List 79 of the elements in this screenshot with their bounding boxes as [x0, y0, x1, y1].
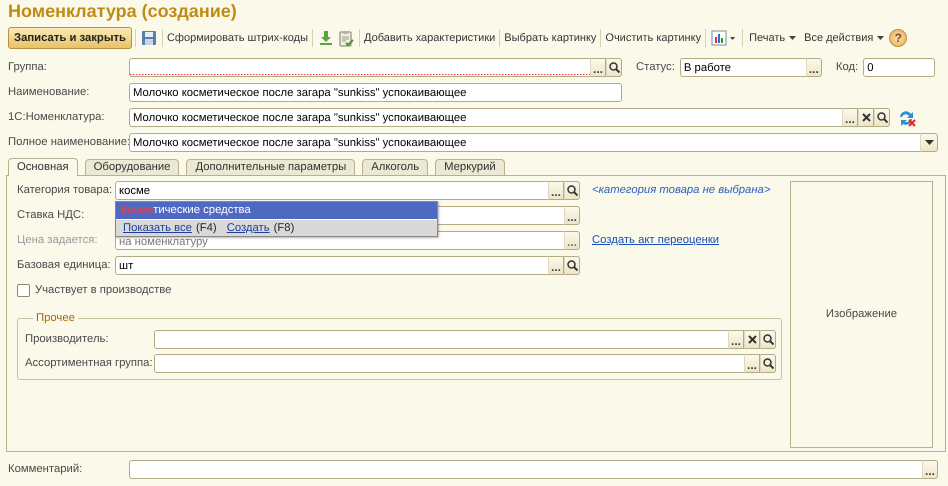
search-icon: [762, 358, 774, 369]
tab[interactable]: Меркурий: [435, 159, 505, 175]
save-close-button[interactable]: Записать и закрыть: [8, 27, 132, 49]
field-label: Базовая единица:: [17, 258, 112, 274]
tab[interactable]: Дополнительные параметры: [186, 159, 356, 175]
input-field[interactable]: 0: [863, 58, 936, 77]
input-field[interactable]: Молочко косметическое после загара "sunkiss" успокаивающее: [129, 108, 842, 127]
input-field[interactable]: косме: [115, 181, 548, 200]
tab[interactable]: Основная: [8, 158, 78, 176]
caret-icon: [789, 36, 796, 40]
input-field[interactable]: [154, 330, 728, 349]
input-field[interactable]: [129, 58, 590, 77]
search-button[interactable]: [564, 256, 580, 275]
download-icon[interactable]: [318, 30, 334, 46]
chart-icon[interactable]: [711, 30, 738, 46]
window-title: Номенклатура (создание): [7, 0, 238, 22]
close-icon: [862, 113, 870, 122]
field-label: 1С:Номенклатура:: [8, 110, 106, 126]
image-panel[interactable]: Изображение: [790, 181, 933, 448]
caret-icon: [924, 140, 934, 145]
caret-icon: [877, 36, 884, 40]
menu-button[interactable]: Все действия: [803, 28, 886, 48]
sync-icon[interactable]: [897, 108, 917, 126]
search-icon: [566, 260, 578, 271]
checkbox[interactable]: [17, 284, 30, 297]
field-label: Наименование:: [8, 85, 90, 100]
input-field[interactable]: Молочко косметическое после загара "sunkiss" успокаивающее: [129, 133, 920, 152]
tab[interactable]: Алкоголь: [362, 159, 428, 175]
clear-button[interactable]: [744, 330, 760, 349]
select-button[interactable]: ...: [842, 108, 858, 127]
close-icon: [748, 335, 756, 344]
input-field[interactable]: [154, 354, 744, 373]
field-label: Ставка НДС:: [17, 208, 86, 224]
input-field[interactable]: шт: [115, 256, 548, 275]
suggestion-item[interactable]: Косметические средства: [116, 202, 437, 219]
checkbox-label: Участвует в производстве: [35, 283, 172, 298]
field-label: Ассортиментная группа:: [25, 356, 154, 372]
field-label: Категория товара:: [17, 183, 114, 198]
field-label: Группа:: [8, 60, 48, 76]
toolbar-button[interactable]: Очистить картинку: [604, 28, 702, 48]
field-label: Цена задается:: [17, 233, 98, 248]
search-button[interactable]: [874, 108, 890, 127]
search-button[interactable]: [564, 181, 580, 200]
field-label: Полное наименование:: [8, 135, 129, 150]
hint-text: <категория товара не выбрана>: [592, 183, 770, 198]
search-button[interactable]: [760, 354, 776, 373]
input-field[interactable]: [129, 460, 922, 479]
group-title: Прочее: [35, 312, 76, 324]
input-field[interactable]: В работе: [680, 58, 806, 77]
search-icon: [762, 334, 774, 345]
menu-button[interactable]: Печать: [748, 28, 798, 48]
dropdown-button[interactable]: [920, 133, 938, 152]
field-label: Комментарий:: [8, 462, 84, 478]
select-button[interactable]: ...: [548, 181, 564, 200]
toolbar-button[interactable]: Выбрать картинку: [503, 28, 598, 48]
select-button[interactable]: ...: [806, 58, 822, 77]
toolbar-button[interactable]: Сформировать штрих-коды: [166, 28, 309, 48]
select-button[interactable]: ...: [590, 58, 606, 77]
search-icon: [608, 62, 620, 73]
field-label: Код:: [836, 60, 858, 76]
toolbar-button[interactable]: Добавить характеристики: [363, 28, 496, 48]
select-button[interactable]: ...: [744, 354, 760, 373]
field-label: Производитель:: [25, 332, 110, 348]
select-button[interactable]: ...: [728, 330, 744, 349]
select-button[interactable]: ...: [564, 206, 580, 225]
select-button[interactable]: ...: [548, 256, 564, 275]
field-label: Статус:: [636, 60, 675, 76]
select-button[interactable]: ...: [922, 460, 938, 479]
image-label: Изображение: [826, 307, 898, 322]
search-button[interactable]: [760, 330, 776, 349]
clear-button[interactable]: [858, 108, 874, 127]
clipboard-icon[interactable]: [338, 30, 354, 46]
tab[interactable]: Оборудование: [84, 159, 180, 175]
search-icon: [876, 112, 888, 123]
search-icon: [566, 185, 578, 196]
help-button[interactable]: ?: [889, 29, 908, 47]
search-button[interactable]: [606, 58, 622, 77]
save-icon[interactable]: [140, 30, 157, 46]
input-field[interactable]: Молочко косметическое после загара "sunkiss" успокаивающее: [129, 83, 622, 102]
